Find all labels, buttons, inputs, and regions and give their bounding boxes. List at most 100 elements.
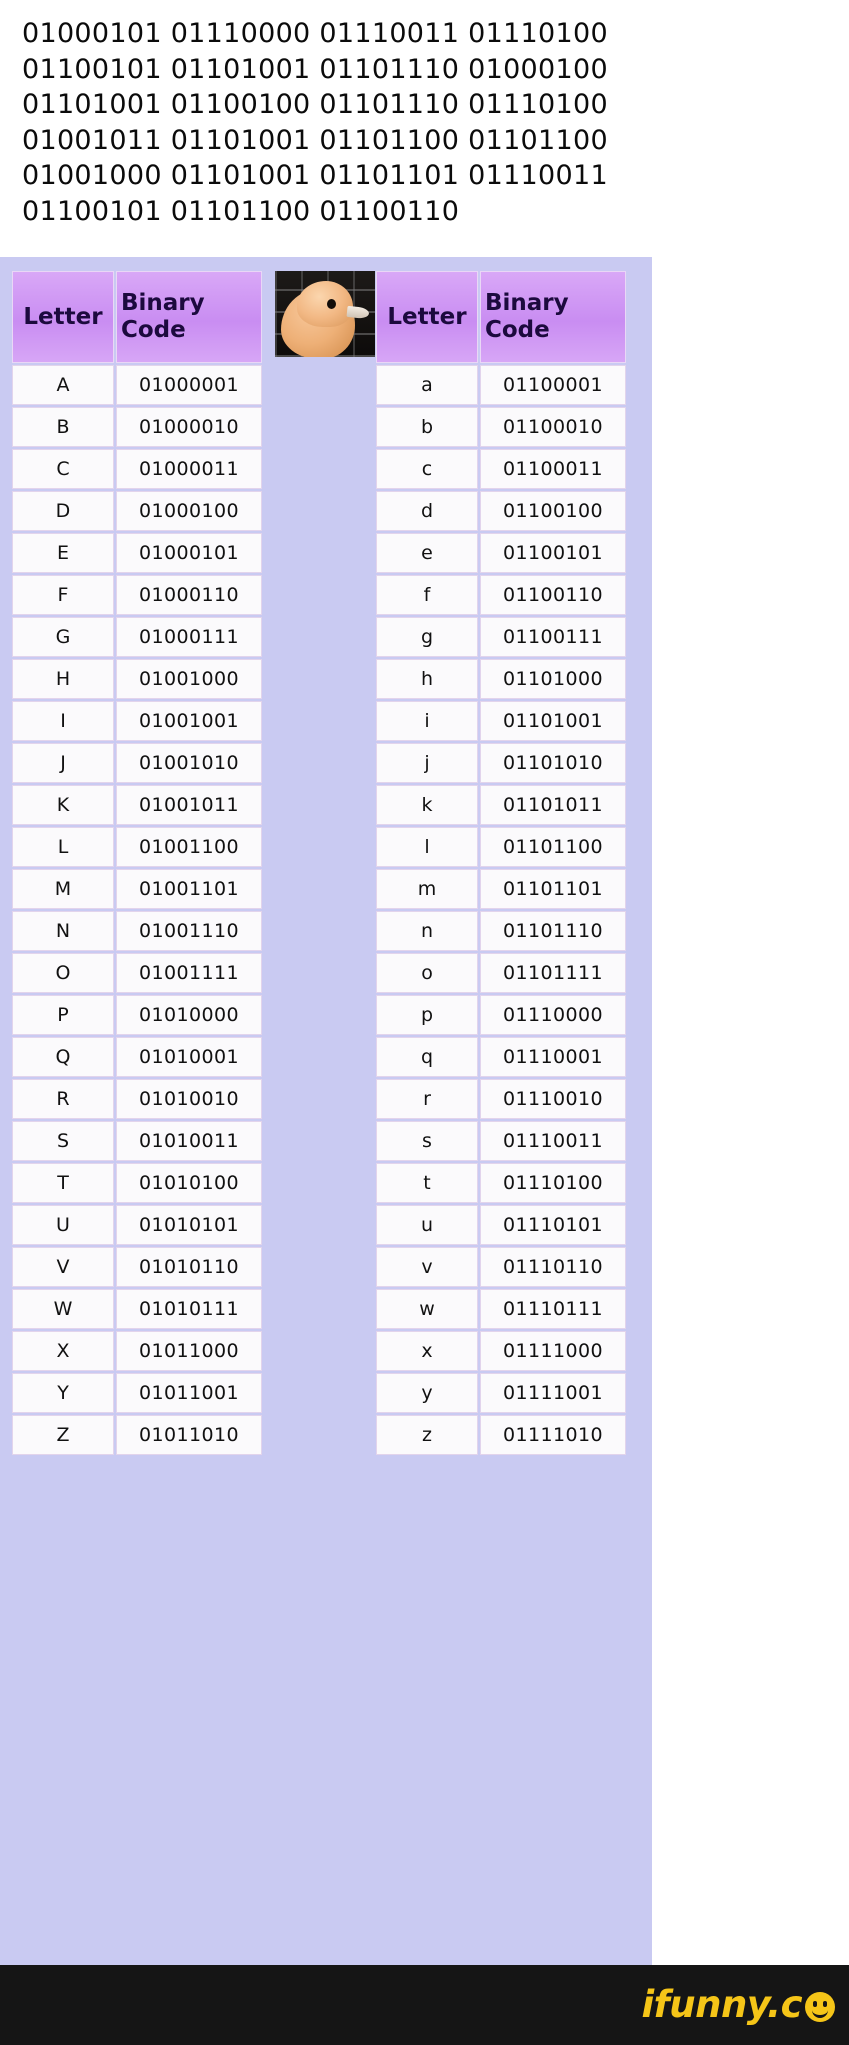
table-row: Y 01011001	[12, 1373, 262, 1413]
table-row: D 01000100	[12, 491, 262, 531]
meme-image: 01000101 01110000 01110011 01110100 0110…	[0, 0, 849, 2045]
cell-binary-code: 01000111	[116, 617, 262, 657]
cell-binary-code: 01110110	[480, 1247, 626, 1287]
table-row: U 01010101	[12, 1205, 262, 1245]
cell-binary-code: 01100100	[480, 491, 626, 531]
cell-letter: Y	[12, 1373, 114, 1413]
table-row: J 01001010	[12, 743, 262, 783]
table-row: l 01101100	[376, 827, 626, 867]
cell-binary-code: 01000101	[116, 533, 262, 573]
right-blank-strip	[652, 257, 849, 1965]
header-binary-code-line2: Code	[485, 317, 550, 343]
cell-binary-code: 01010100	[116, 1163, 262, 1203]
cell-binary-code: 01101110	[480, 911, 626, 951]
cell-letter: c	[376, 449, 478, 489]
table-row: F 01000110	[12, 575, 262, 615]
cell-letter: K	[12, 785, 114, 825]
cell-binary-code: 01001000	[116, 659, 262, 699]
cell-binary-code: 01001001	[116, 701, 262, 741]
cell-binary-code: 01101101	[480, 869, 626, 909]
table-row: L 01001100	[12, 827, 262, 867]
table-row: u 01110101	[376, 1205, 626, 1245]
table-row: r 01110010	[376, 1079, 626, 1119]
cell-letter: r	[376, 1079, 478, 1119]
table-row: s 01110011	[376, 1121, 626, 1161]
cell-binary-code: 01010111	[116, 1289, 262, 1329]
table-row: f 01100110	[376, 575, 626, 615]
cell-binary-code: 01100011	[480, 449, 626, 489]
cell-letter: m	[376, 869, 478, 909]
table-row: A 01000001	[12, 365, 262, 405]
table-row: p 01110000	[376, 995, 626, 1035]
table-row: I 01001001	[12, 701, 262, 741]
uppercase-table-wrapper: Letter Binary Code A 01000001 B 01000010 C 01…	[10, 269, 262, 1457]
binary-line: 01001011 01101001 01101100 01101100	[22, 124, 608, 156]
table-row: C 01000011	[12, 449, 262, 489]
table-row: Z 01011010	[12, 1415, 262, 1455]
table-row: H 01001000	[12, 659, 262, 699]
lowercase-table-body: a 01100001 b 01100010 c 01100011 d 01100100 e 011…	[376, 365, 626, 1455]
lowercase-table-wrapper: Letter Binary Code a 01100001 b 01100010 c 01…	[374, 269, 626, 1457]
cell-letter: k	[376, 785, 478, 825]
table-row: P 01010000	[12, 995, 262, 1035]
cell-binary-code: 01111001	[480, 1373, 626, 1413]
cell-letter: C	[12, 449, 114, 489]
header-letter: Letter	[12, 271, 114, 363]
cell-letter: v	[376, 1247, 478, 1287]
cell-binary-code: 01100001	[480, 365, 626, 405]
header-binary-code-line1: Binary	[121, 290, 205, 316]
cell-letter: D	[12, 491, 114, 531]
watermark-text: ifunny.c	[641, 1983, 802, 2026]
cell-letter: t	[376, 1163, 478, 1203]
table-header-row: Letter Binary Code	[12, 271, 262, 363]
table-row: G 01000111	[12, 617, 262, 657]
cell-binary-code: 01010011	[116, 1121, 262, 1161]
table-row: w 01110111	[376, 1289, 626, 1329]
table-header-row: Letter Binary Code	[376, 271, 626, 363]
cell-binary-code: 01001011	[116, 785, 262, 825]
table-row: n 01101110	[376, 911, 626, 951]
table-row: g 01100111	[376, 617, 626, 657]
cell-letter: p	[376, 995, 478, 1035]
cell-letter: j	[376, 743, 478, 783]
cell-binary-code: 01101111	[480, 953, 626, 993]
cell-binary-code: 01010101	[116, 1205, 262, 1245]
cell-binary-code: 01011001	[116, 1373, 262, 1413]
cell-letter: a	[376, 365, 478, 405]
table-row: V 01010110	[12, 1247, 262, 1287]
cell-letter: s	[376, 1121, 478, 1161]
header-binary-code: Binary Code	[480, 271, 626, 363]
cell-letter: z	[376, 1415, 478, 1455]
cell-letter: n	[376, 911, 478, 951]
cell-letter: V	[12, 1247, 114, 1287]
cell-letter: G	[12, 617, 114, 657]
table-row: B 01000010	[12, 407, 262, 447]
table-row: b 01100010	[376, 407, 626, 447]
cell-binary-code: 01001010	[116, 743, 262, 783]
table-row: t 01110100	[376, 1163, 626, 1203]
cell-binary-code: 01111010	[480, 1415, 626, 1455]
cell-binary-code: 01001100	[116, 827, 262, 867]
ifunny-watermark: ifunny.c	[641, 1983, 835, 2026]
cell-letter: M	[12, 869, 114, 909]
uppercase-table-body: A 01000001 B 01000010 C 01000011 D 01000100 E 010…	[12, 365, 262, 1455]
table-row: E 01000101	[12, 533, 262, 573]
table-row: R 01010010	[12, 1079, 262, 1119]
header-binary-code-line2: Code	[121, 317, 186, 343]
binary-message-block: 01000101 01110000 01110011 01110100 0110…	[0, 0, 849, 257]
cell-letter: I	[12, 701, 114, 741]
table-row: v 01110110	[376, 1247, 626, 1287]
binary-line: 01101001 01100100 01101110 01110100	[22, 89, 608, 120]
cell-binary-code: 01000100	[116, 491, 262, 531]
cell-binary-code: 01110010	[480, 1079, 626, 1119]
cell-binary-code: 01101011	[480, 785, 626, 825]
header-binary-code: Binary Code	[116, 271, 262, 363]
cell-binary-code: 01110101	[480, 1205, 626, 1245]
bird-head	[297, 281, 353, 327]
table-row: N 01001110	[12, 911, 262, 951]
cell-letter: X	[12, 1331, 114, 1371]
cell-binary-code: 01000110	[116, 575, 262, 615]
cell-binary-code: 01010010	[116, 1079, 262, 1119]
cell-letter: U	[12, 1205, 114, 1245]
table-row: a 01100001	[376, 365, 626, 405]
